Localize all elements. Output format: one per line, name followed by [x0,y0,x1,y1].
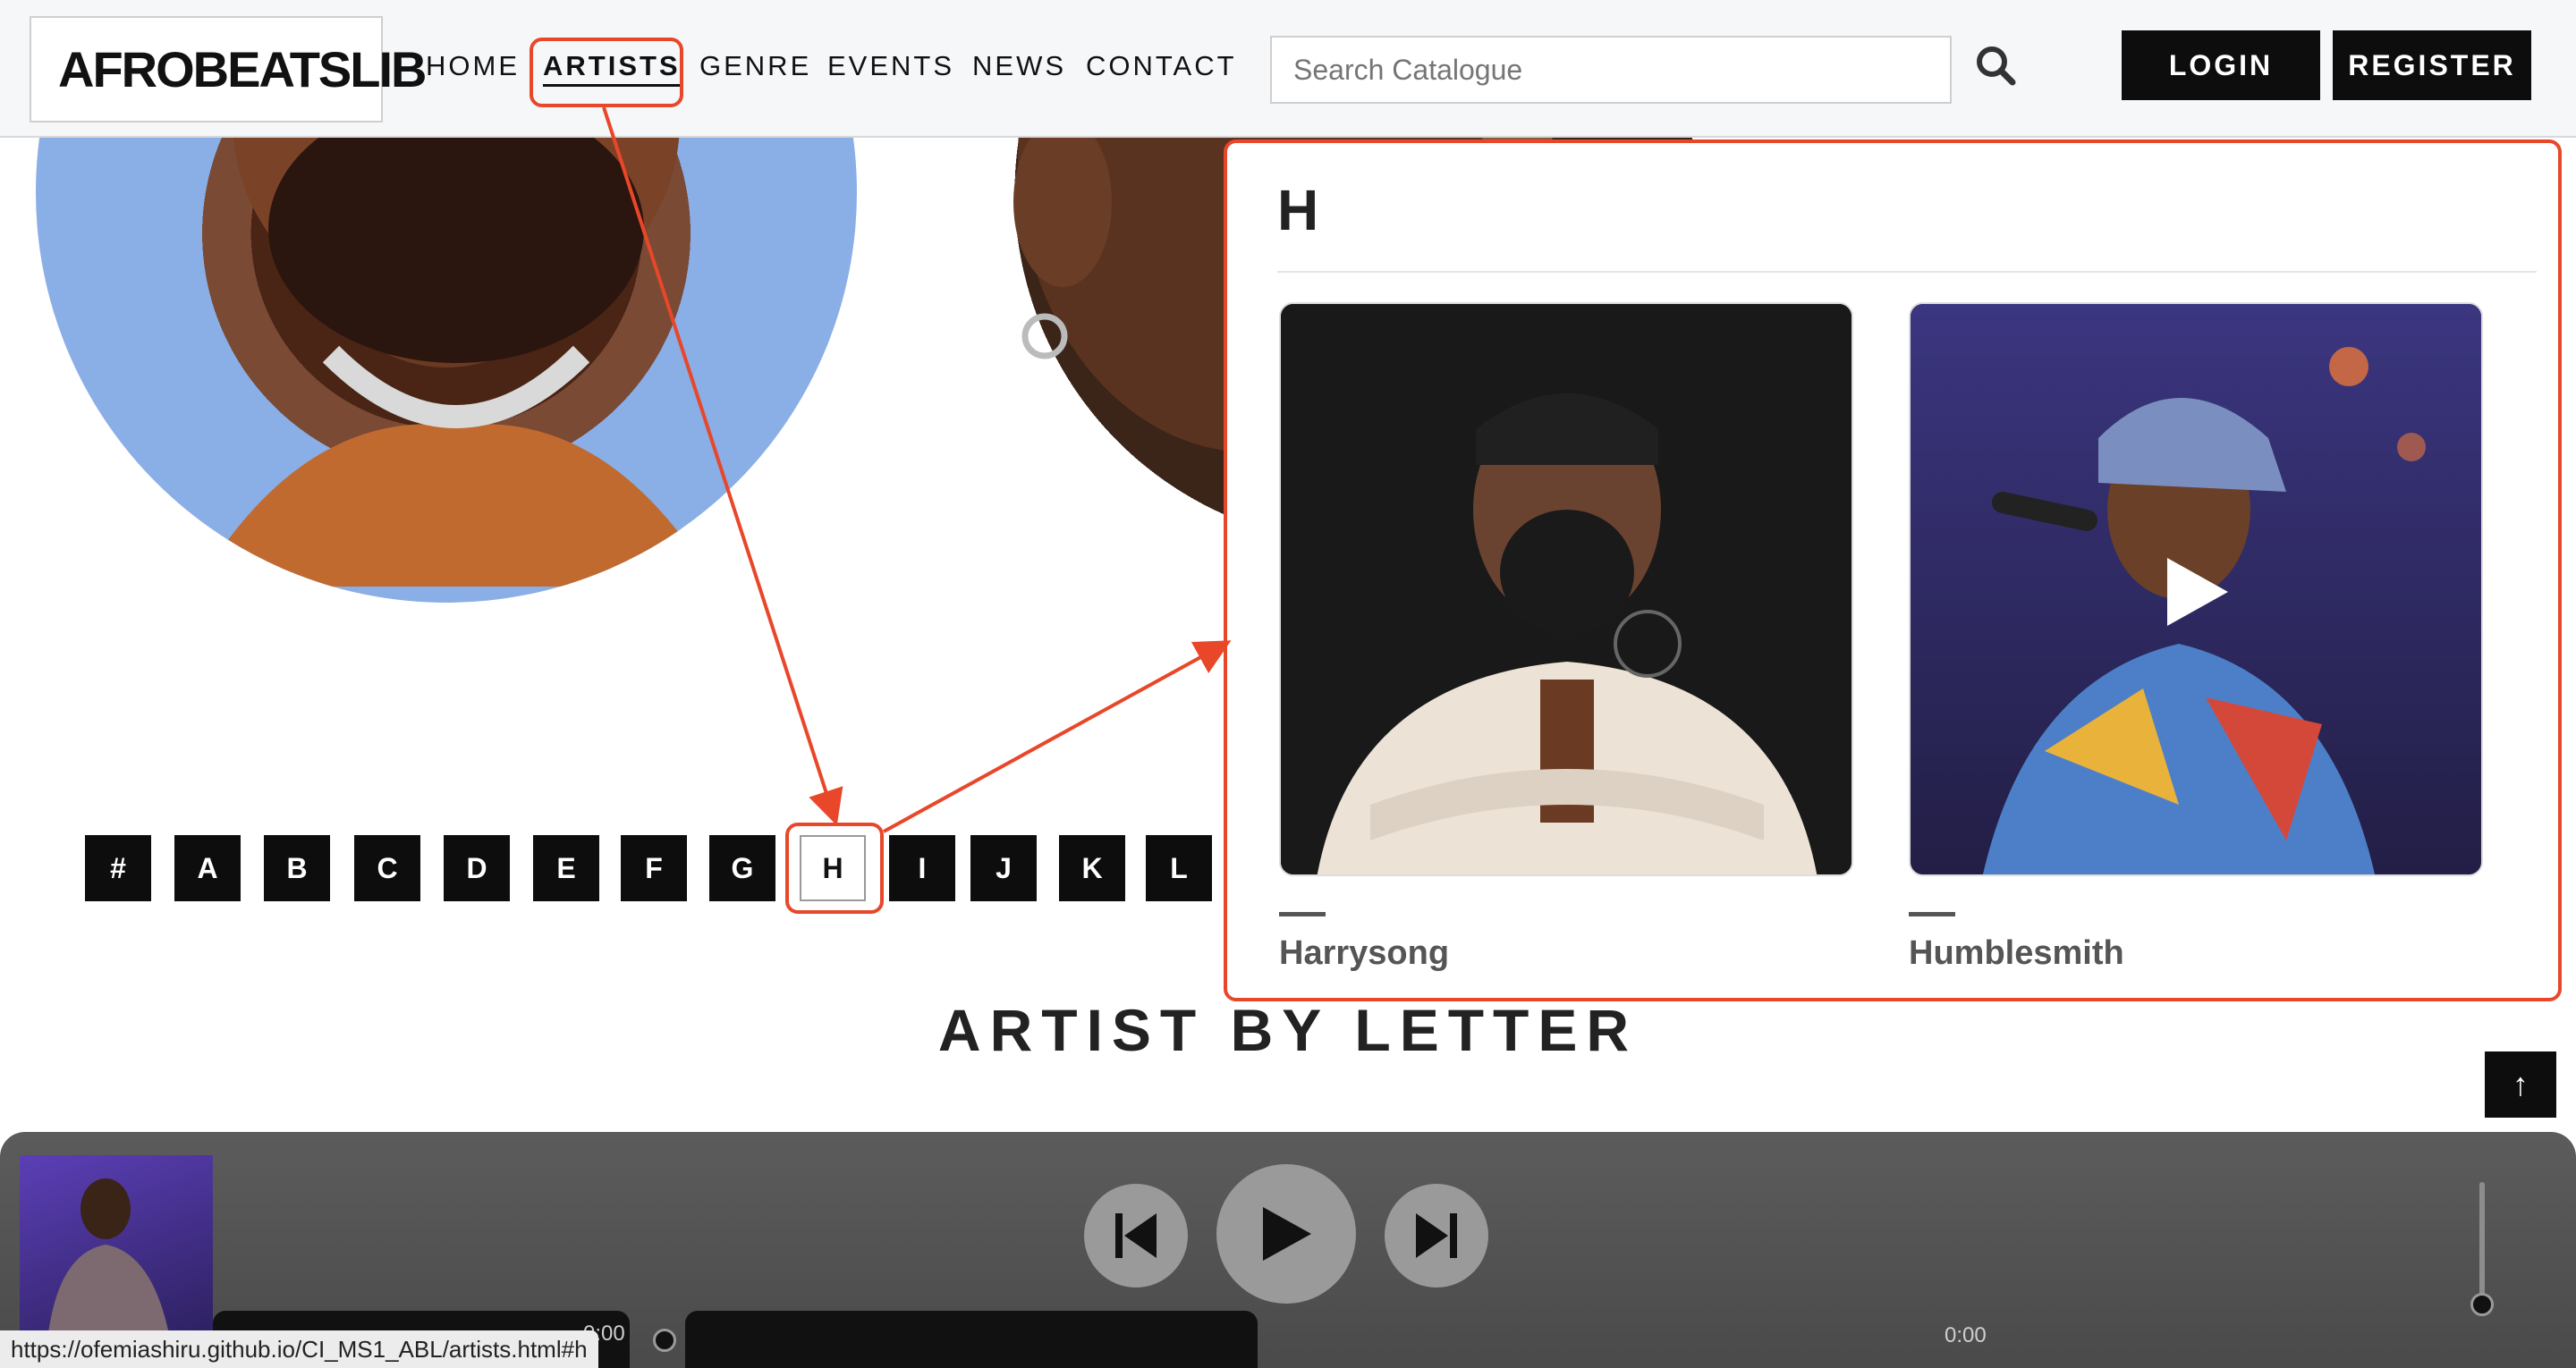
letter-button-e[interactable]: E [533,835,599,901]
artwork-figure [47,1178,172,1348]
artist-card[interactable]: Harrysong [1279,302,1853,973]
letter-button-k[interactable]: K [1059,835,1125,901]
nav-contact[interactable]: CONTACT [1086,50,1237,82]
letter-button-b[interactable]: B [264,835,330,901]
status-bar-url: https://ofemiashiru.github.io/CI_MS1_ABL… [0,1330,598,1368]
progress-knob[interactable] [653,1329,676,1352]
nav-home[interactable]: HOME [426,50,520,82]
letter-button-g[interactable]: G [709,835,775,901]
artist-name[interactable]: Harrysong [1279,934,1853,973]
queue-thumb-2[interactable] [685,1311,1258,1368]
name-dash [1279,912,1326,916]
letter-button-d[interactable]: D [444,835,510,901]
popup-letter-heading: H [1277,178,1319,242]
volume-slider[interactable] [2479,1182,2485,1307]
divider [1277,271,2537,273]
nav-artists[interactable]: ARTISTS [543,50,681,82]
name-dash [1909,912,1955,916]
letter-button-h[interactable]: H [800,835,866,901]
search-input[interactable] [1270,36,1952,104]
artist-portrait-shape [1281,304,1852,874]
section-title: ARTIST BY LETTER [937,997,1639,1063]
logo-text: AFROBEATSLIB [58,41,427,97]
letter-button-c[interactable]: C [354,835,420,901]
letter-button-a[interactable]: A [174,835,241,901]
letter-button-j[interactable]: J [970,835,1037,901]
previous-track-button[interactable] [1084,1184,1188,1288]
play-button[interactable] [1216,1164,1356,1304]
next-track-button[interactable] [1385,1184,1488,1288]
letter-popup: H Harrysong Humblesmith [1227,143,2558,997]
letter-button-f[interactable]: F [621,835,687,901]
back-to-top-button[interactable]: ↑ [2485,1051,2556,1118]
register-button[interactable]: REGISTER [2333,30,2531,100]
artist-photo[interactable] [1279,302,1853,876]
skip-back-icon [1115,1213,1157,1258]
login-button[interactable]: LOGIN [2122,30,2320,100]
now-playing-artwork[interactable] [20,1155,213,1348]
letter-button-i[interactable]: I [889,835,955,901]
play-icon[interactable] [2162,554,2233,629]
play-icon [1263,1207,1311,1261]
site-logo[interactable]: AFROBEATSLIB [30,16,427,122]
search-icon[interactable] [1971,41,2021,91]
letter-button-hash[interactable]: # [85,835,151,901]
artist-name[interactable]: Humblesmith [1909,934,2483,973]
site-header: AFROBEATSLIB HOME ARTISTS GENRE EVENTS N… [0,0,2576,138]
volume-knob[interactable] [2470,1293,2494,1316]
nav-news[interactable]: NEWS [972,50,1066,82]
artist-photo[interactable] [1909,302,2483,876]
nav-genre[interactable]: GENRE [699,50,811,82]
artist-card[interactable]: Humblesmith [1909,302,2483,973]
letter-button-l[interactable]: L [1146,835,1212,901]
skip-forward-icon [1416,1213,1457,1258]
nav-events[interactable]: EVENTS [827,50,954,82]
duration-time: 0:00 [1945,1323,1987,1347]
